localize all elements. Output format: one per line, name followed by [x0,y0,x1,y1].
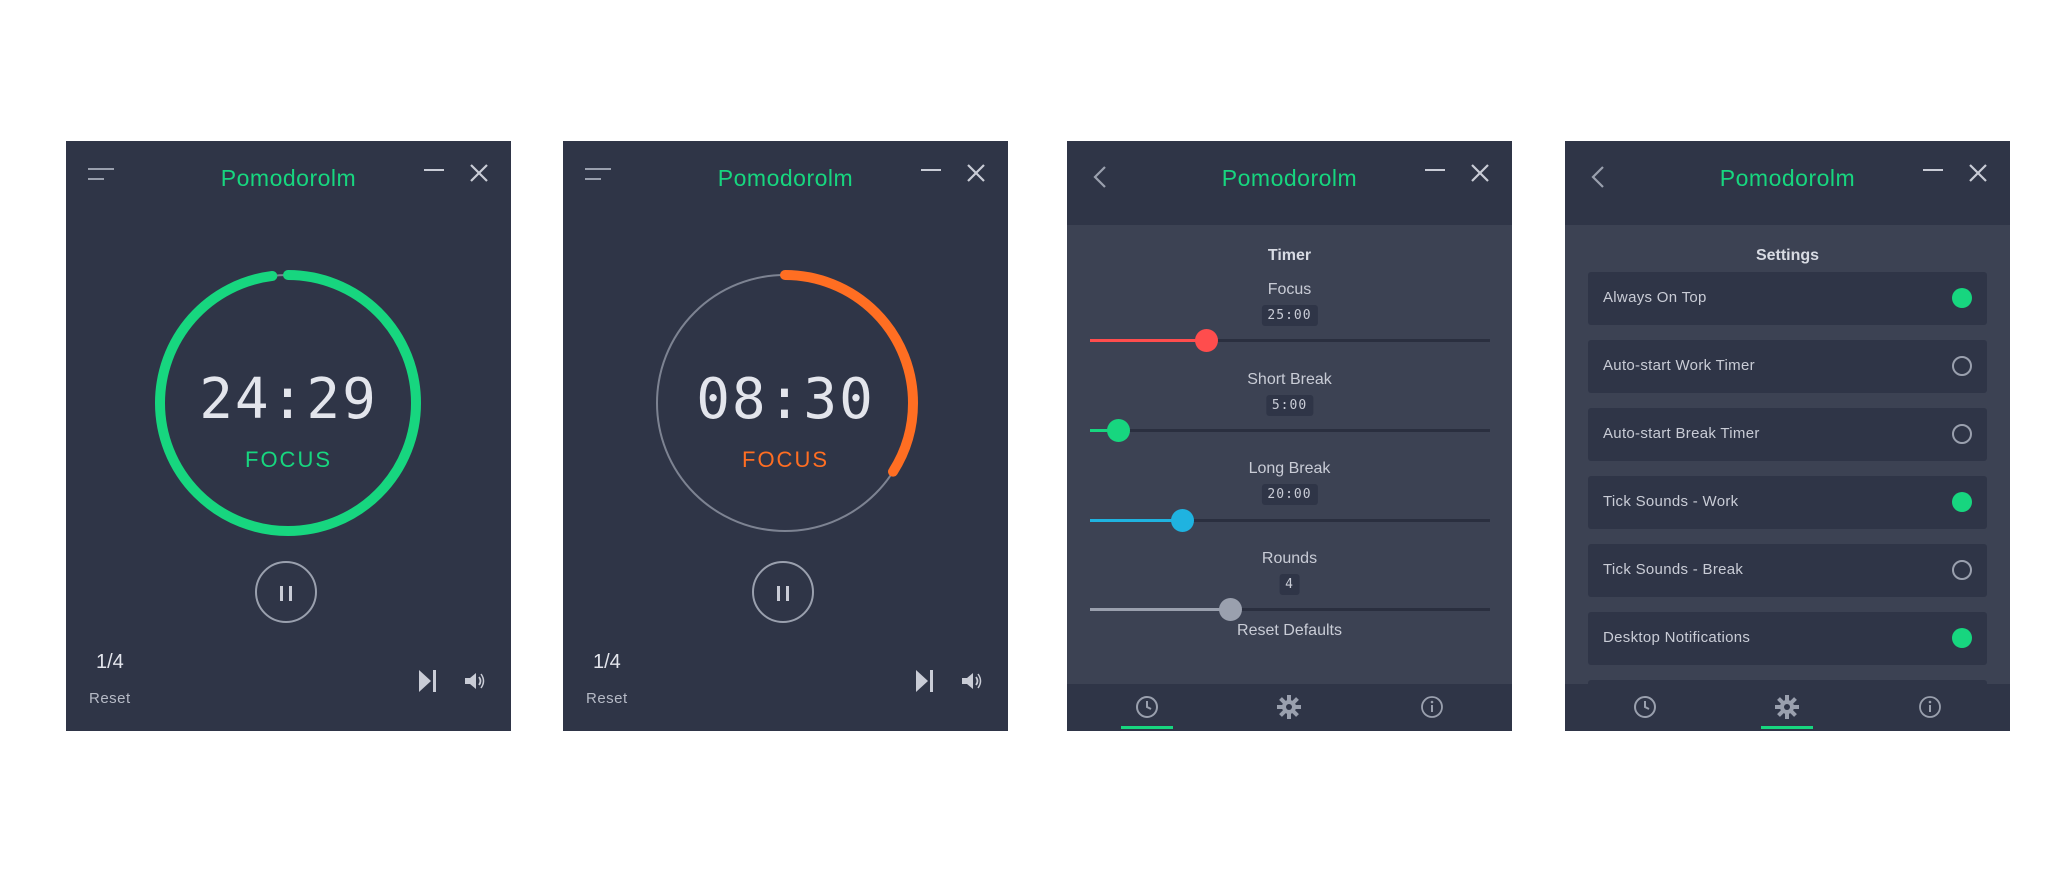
timer-panel-focus: Pomodorolm 24:29 FOCUS 1/4 Reset [66,141,511,731]
focus-slider-fill [1090,339,1206,342]
close-icon[interactable] [1470,163,1490,183]
close-icon[interactable] [1968,163,1988,183]
setting-always-on-top[interactable]: Always On Top [1588,272,1987,325]
mode-label: FOCUS [245,447,332,472]
pause-icon [786,586,789,601]
round-counter: 1/4 [593,651,621,673]
short-break-slider[interactable] [1090,419,1490,442]
timer-settings-content: Timer Focus 25:00 Short Break 5:00 Long … [1067,225,1512,684]
section-title: Timer [1267,247,1312,264]
timer-display: 24:29 [199,367,378,432]
info-icon [1421,696,1443,718]
setting-desktop-notifications[interactable]: Desktop Notifications [1588,612,1987,665]
rounds-value: 4 [1279,574,1300,595]
rounds-label: Rounds [1261,550,1318,567]
title-bar: Pomodorolm [1067,141,1512,225]
setting-label: Auto-start Work Timer [1603,357,1755,374]
toggle-indicator[interactable] [1952,628,1972,648]
rounds-slider-thumb[interactable] [1219,598,1242,621]
info-icon [1919,696,1941,718]
clock-icon [1634,696,1656,718]
nav-tab-timer[interactable] [1121,684,1173,731]
setting-auto-start-break[interactable]: Auto-start Break Timer [1588,408,1987,461]
long-break-label: Long Break [1248,460,1331,477]
gear-icon [1277,695,1301,719]
nav-tab-settings[interactable] [1263,684,1315,731]
settings-panel: Pomodorolm Settings Always On Top Auto-s… [1565,141,2010,731]
setting-label: Tick Sounds - Work [1603,493,1739,510]
toggle-indicator[interactable] [1952,288,1972,308]
pause-icon [289,586,292,601]
progress-ring [155,270,421,536]
app-title: Pomodorolm [1221,165,1358,191]
bottom-nav [1565,684,2010,731]
focus-slider[interactable] [1090,329,1490,352]
section-title: Settings [1755,247,1820,264]
short-break-value: 5:00 [1265,395,1314,416]
skip-icon[interactable] [916,670,934,697]
mode-label: FOCUS [742,447,829,472]
setting-label: Desktop Notifications [1603,629,1751,646]
volume-icon[interactable] [962,672,982,695]
timer-panel-focus-running: Pomodorolm 08:30 FOCUS 1/4 Reset [563,141,1008,731]
progress-ring [652,270,918,536]
app-title: Pomodorolm [1719,165,1856,191]
reset-button[interactable]: Reset [586,690,628,707]
rounds-slider[interactable] [1090,598,1490,621]
setting-label: Always On Top [1603,289,1707,306]
active-tab-indicator [1121,726,1173,729]
minimize-icon[interactable] [1923,168,1943,172]
long-break-slider-fill [1090,519,1182,522]
focus-value: 25:00 [1261,305,1318,326]
setting-auto-start-work[interactable]: Auto-start Work Timer [1588,340,1987,393]
setting-tick-work[interactable]: Tick Sounds - Work [1588,476,1987,529]
pause-button[interactable] [255,561,317,623]
toggle-indicator[interactable] [1952,424,1972,444]
reset-defaults-button[interactable]: Reset Defaults [1067,622,1512,640]
long-break-slider-thumb[interactable] [1171,509,1194,532]
rounds-slider-fill [1090,608,1230,611]
nav-tab-timer[interactable] [1619,684,1671,731]
clock-icon [1136,696,1158,718]
pause-icon [280,586,283,601]
gear-icon [1775,695,1799,719]
round-counter: 1/4 [96,651,124,673]
short-break-slider-thumb[interactable] [1107,419,1130,442]
settings-content: Settings Always On Top Auto-start Work T… [1565,225,2010,700]
long-break-slider[interactable] [1090,509,1490,532]
long-break-value: 20:00 [1261,484,1318,505]
setting-label: Auto-start Break Timer [1603,425,1760,442]
nav-tab-about[interactable] [1904,684,1956,731]
reset-button[interactable]: Reset [89,690,131,707]
toggle-indicator[interactable] [1952,560,1972,580]
pause-icon [777,586,780,601]
setting-tick-break[interactable]: Tick Sounds - Break [1588,544,1987,597]
focus-label: Focus [1267,281,1312,298]
nav-tab-settings[interactable] [1761,684,1813,731]
minimize-icon[interactable] [1425,168,1445,172]
nav-tab-about[interactable] [1406,684,1458,731]
short-break-label: Short Break [1247,371,1332,388]
toggle-indicator[interactable] [1952,492,1972,512]
timer-display: 08:30 [696,367,875,432]
setting-label: Tick Sounds - Break [1603,561,1744,578]
toggle-indicator[interactable] [1952,356,1972,376]
title-bar: Pomodorolm [1565,141,2010,225]
skip-icon[interactable] [419,670,437,697]
focus-slider-thumb[interactable] [1195,329,1218,352]
timer-settings-panel: Pomodorolm Timer Focus 25:00 Short Break… [1067,141,1512,731]
pause-button[interactable] [752,561,814,623]
active-tab-indicator [1761,726,1813,729]
volume-icon[interactable] [465,672,485,695]
bottom-nav [1067,684,1512,731]
